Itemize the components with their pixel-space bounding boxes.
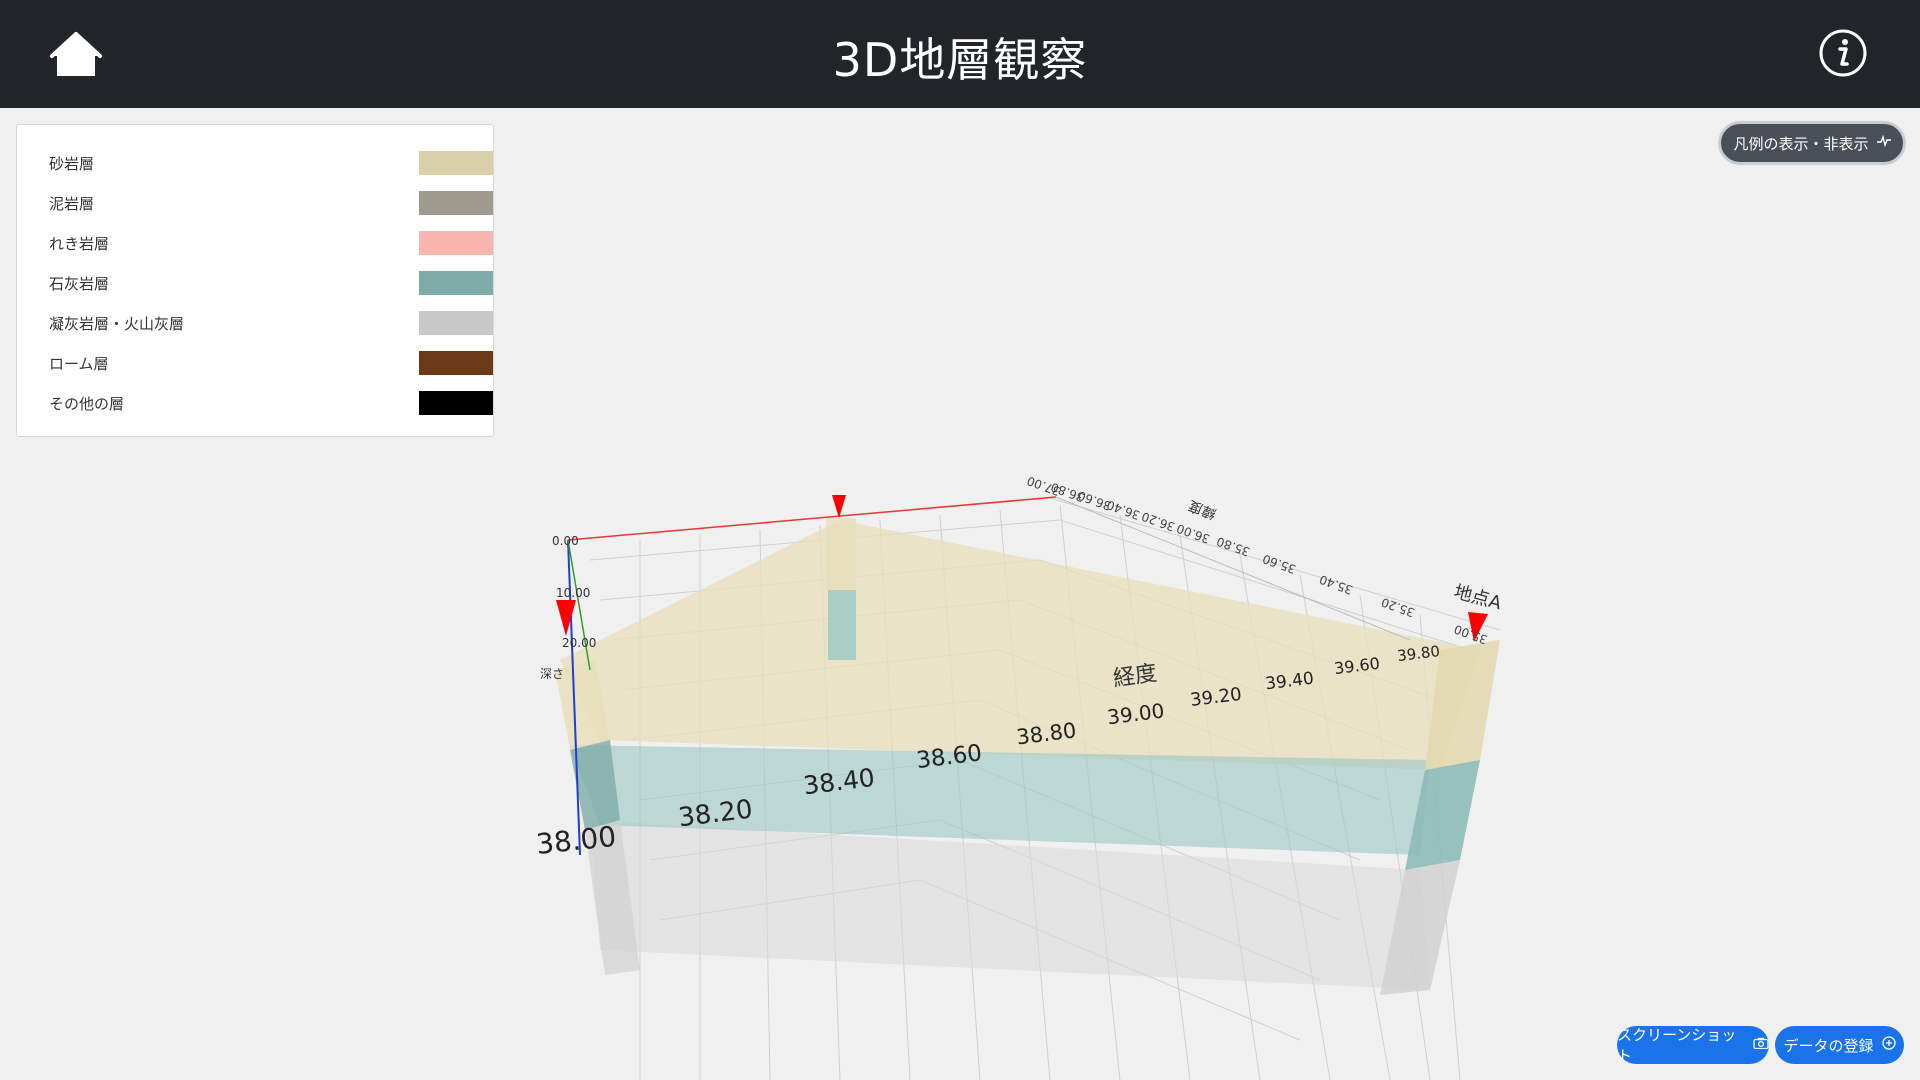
legend-toggle-button[interactable]: 凡例の表示・非表示 <box>1718 121 1906 165</box>
lat-tick-35-20: 35.20 <box>1379 595 1416 620</box>
plus-circle-icon <box>1881 1036 1896 1054</box>
legend-item-tuff: 凝灰岩層・火山灰層 <box>49 311 493 335</box>
legend-item-sandstone: 砂岩層 <box>49 151 493 175</box>
marker-left <box>556 600 576 636</box>
camera-icon <box>1753 1037 1769 1053</box>
legend-swatch <box>419 271 493 295</box>
lat-tick-35-40: 35.40 <box>1318 572 1355 597</box>
legend-swatch <box>419 391 493 415</box>
legend-swatch <box>419 351 493 375</box>
latitude-axis-label: 緯度 <box>1187 497 1219 522</box>
borehole-center <box>826 518 856 660</box>
info-button[interactable] <box>1818 28 1868 78</box>
screenshot-button[interactable]: スクリーンショット <box>1617 1026 1769 1065</box>
app-header: 3D地層観察 <box>0 0 1920 108</box>
point-label: 地点A <box>1452 581 1505 614</box>
legend-panel: 砂岩層 泥岩層 れき岩層 石灰岩層 凝灰岩層・火山灰層 ローム層 その他の層 <box>16 124 494 437</box>
legend-swatch <box>419 311 493 335</box>
legend-item-conglomerate: れき岩層 <box>49 231 493 255</box>
legend-item-label: 泥岩層 <box>49 195 95 213</box>
info-icon <box>1819 29 1867 77</box>
page-title: 3D地層観察 <box>832 33 1088 87</box>
legend-item-label: 石灰岩層 <box>49 275 110 293</box>
depth-tick-2: 20.00 <box>562 636 596 650</box>
screenshot-button-label: スクリーンショット <box>1617 1026 1737 1065</box>
legend-item-label: その他の層 <box>49 395 125 413</box>
legend-item-label: れき岩層 <box>49 235 110 253</box>
legend-item-label: 砂岩層 <box>49 155 95 173</box>
legend-swatch <box>419 151 493 175</box>
pulse-icon <box>1876 134 1891 151</box>
legend-item-limestone: 石灰岩層 <box>49 271 493 295</box>
lat-tick-36-00: 36.00 <box>1175 521 1212 546</box>
legend-item-label: ローム層 <box>49 355 109 373</box>
legend-item-label: 凝灰岩層・火山灰層 <box>49 315 185 333</box>
legend-toggle-label: 凡例の表示・非表示 <box>1733 134 1869 153</box>
axis-x-red <box>567 496 1057 541</box>
register-data-button[interactable]: データの登録 <box>1775 1026 1904 1064</box>
lat-tick-35-60: 35.60 <box>1261 551 1298 576</box>
register-button-label: データの登録 <box>1783 1036 1874 1055</box>
marker-center <box>832 495 846 518</box>
depth-tick-1: 10.00 <box>556 586 590 600</box>
depth-tick-0: 0.00 <box>552 534 579 548</box>
legend-swatch <box>419 191 493 215</box>
legend-item-other: その他の層 <box>49 391 493 415</box>
legend-swatch <box>419 231 493 255</box>
lat-tick-35-80: 35.80 <box>1215 534 1252 559</box>
legend-item-mudstone: 泥岩層 <box>49 191 493 215</box>
depth-axis-label: 深さ <box>540 667 564 681</box>
lat-tick-37-00: 37.00 <box>1025 473 1062 498</box>
legend-item-loam: ローム層 <box>49 351 493 375</box>
